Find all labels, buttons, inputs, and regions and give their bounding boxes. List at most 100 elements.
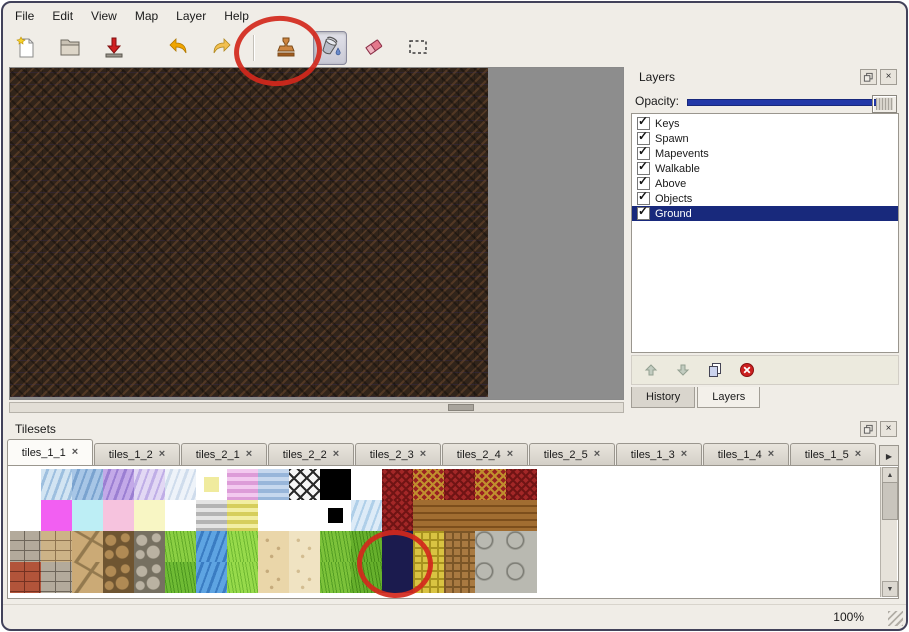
- float-panel-icon[interactable]: [860, 421, 877, 437]
- tile-r1-c13[interactable]: [382, 469, 413, 500]
- tile-r4-c5[interactable]: [134, 562, 165, 593]
- tile-r2-c2[interactable]: [41, 500, 72, 531]
- tile-r3-c6[interactable]: [165, 531, 196, 562]
- layer-row-walkable[interactable]: ✓Walkable: [632, 161, 898, 176]
- layer-row-ground[interactable]: ✓Ground: [632, 206, 898, 221]
- tile-r2-c9[interactable]: [258, 500, 289, 531]
- tile-r1-c5[interactable]: [134, 469, 165, 500]
- tile-r1-c14[interactable]: [413, 469, 444, 500]
- tab-close-icon[interactable]: ×: [72, 447, 78, 458]
- menu-layer[interactable]: Layer: [168, 6, 214, 26]
- tile-r4-c15[interactable]: [444, 562, 475, 593]
- tile-r3-c9[interactable]: [258, 531, 289, 562]
- tab-close-icon[interactable]: ×: [420, 449, 426, 460]
- map-horizontal-scrollbar[interactable]: [9, 402, 624, 413]
- panel-tab-layers[interactable]: Layers: [697, 387, 760, 408]
- tileset-tab-tiles_2_4[interactable]: tiles_2_4×: [442, 443, 528, 465]
- tile-r2-c11[interactable]: [320, 500, 351, 531]
- tab-close-icon[interactable]: ×: [855, 449, 861, 460]
- tile-r2-c7[interactable]: [196, 500, 227, 531]
- opacity-slider[interactable]: [687, 94, 897, 109]
- raise-layer-button[interactable]: [642, 361, 660, 379]
- layer-row-above[interactable]: ✓Above: [632, 176, 898, 191]
- tile-r3-c10[interactable]: [289, 531, 320, 562]
- tile-r2-c13[interactable]: [382, 500, 413, 531]
- new-map-button[interactable]: [9, 31, 43, 65]
- tab-close-icon[interactable]: ×: [333, 449, 339, 460]
- menu-help[interactable]: Help: [216, 6, 257, 26]
- menu-view[interactable]: View: [83, 6, 125, 26]
- tile-r4-c12[interactable]: [351, 562, 382, 593]
- tile-r2-c12[interactable]: [351, 500, 382, 531]
- tile-r2-c3[interactable]: [72, 500, 103, 531]
- opacity-slider-handle[interactable]: [872, 95, 897, 113]
- map-canvas[interactable]: [9, 67, 624, 400]
- tile-r1-c1[interactable]: [10, 469, 41, 500]
- duplicate-layer-button[interactable]: [706, 361, 724, 379]
- tile-r4-c1[interactable]: [10, 562, 41, 593]
- tile-r3-c14[interactable]: [413, 531, 444, 562]
- hscroll-thumb[interactable]: [448, 404, 474, 411]
- scroll-up-icon[interactable]: ▲: [882, 467, 898, 483]
- tile-r3-c13[interactable]: [382, 531, 413, 562]
- tab-close-icon[interactable]: ×: [681, 449, 687, 460]
- tileset-tab-tiles_2_2[interactable]: tiles_2_2×: [268, 443, 354, 465]
- tileset-tab-tiles_1_1[interactable]: tiles_1_1×: [7, 439, 93, 465]
- tile-r3-c16[interactable]: [475, 531, 506, 562]
- tile-r4-c4[interactable]: [103, 562, 134, 593]
- tileset-tab-tiles_2_3[interactable]: tiles_2_3×: [355, 443, 441, 465]
- scroll-down-icon[interactable]: ▼: [882, 581, 898, 597]
- tile-r3-c12[interactable]: [351, 531, 382, 562]
- tile-r2-c15[interactable]: [444, 500, 475, 531]
- tab-close-icon[interactable]: ×: [768, 449, 774, 460]
- tile-r4-c13[interactable]: [382, 562, 413, 593]
- tile-r2-c1[interactable]: [10, 500, 41, 531]
- opacity-slider-track[interactable]: [687, 99, 879, 106]
- tile-r2-c4[interactable]: [103, 500, 134, 531]
- layer-row-mapevents[interactable]: ✓Mapevents: [632, 146, 898, 161]
- tab-close-icon[interactable]: ×: [246, 449, 252, 460]
- tile-r4-c3[interactable]: [72, 562, 103, 593]
- tileset-palette[interactable]: ▲ ▼: [7, 465, 899, 599]
- tile-r1-c7[interactable]: [196, 469, 227, 500]
- tileset-tab-tiles_1_3[interactable]: tiles_1_3×: [616, 443, 702, 465]
- map-tile-layer[interactable]: [10, 68, 488, 397]
- close-panel-icon[interactable]: ×: [880, 69, 897, 85]
- tile-r3-c17[interactable]: [506, 531, 537, 562]
- layer-row-spawn[interactable]: ✓Spawn: [632, 131, 898, 146]
- tile-r4-c17[interactable]: [506, 562, 537, 593]
- tab-close-icon[interactable]: ×: [159, 449, 165, 460]
- tile-r4-c9[interactable]: [258, 562, 289, 593]
- menu-map[interactable]: Map: [127, 6, 166, 26]
- tile-r3-c7[interactable]: [196, 531, 227, 562]
- tile-r4-c8[interactable]: [227, 562, 258, 593]
- tile-r4-c16[interactable]: [475, 562, 506, 593]
- tile-r1-c2[interactable]: [41, 469, 72, 500]
- tileset-tab-tiles_1_5[interactable]: tiles_1_5×: [790, 443, 876, 465]
- tab-close-icon[interactable]: ×: [594, 449, 600, 460]
- select-tool-button[interactable]: [401, 31, 435, 65]
- tile-r1-c6[interactable]: [165, 469, 196, 500]
- tileset-tab-tiles_2_1[interactable]: tiles_2_1×: [181, 443, 267, 465]
- tile-r1-c4[interactable]: [103, 469, 134, 500]
- layer-visibility-checkbox[interactable]: ✓: [637, 207, 650, 220]
- tile-r4-c11[interactable]: [320, 562, 351, 593]
- tile-r3-c4[interactable]: [103, 531, 134, 562]
- tile-r2-c17[interactable]: [506, 500, 537, 531]
- layer-row-objects[interactable]: ✓Objects: [632, 191, 898, 206]
- menu-edit[interactable]: Edit: [44, 6, 81, 26]
- tile-r1-c12[interactable]: [351, 469, 382, 500]
- tile-r1-c16[interactable]: [475, 469, 506, 500]
- delete-layer-button[interactable]: [738, 361, 756, 379]
- tile-r3-c15[interactable]: [444, 531, 475, 562]
- tile-r2-c5[interactable]: [134, 500, 165, 531]
- tab-close-icon[interactable]: ×: [507, 449, 513, 460]
- fill-tool-button[interactable]: [313, 31, 347, 65]
- stamp-tool-button[interactable]: [269, 31, 303, 65]
- tile-r1-c8[interactable]: [227, 469, 258, 500]
- tile-r1-c9[interactable]: [258, 469, 289, 500]
- redo-button[interactable]: [205, 31, 239, 65]
- tile-r3-c11[interactable]: [320, 531, 351, 562]
- tile-r3-c5[interactable]: [134, 531, 165, 562]
- tile-r3-c3[interactable]: [72, 531, 103, 562]
